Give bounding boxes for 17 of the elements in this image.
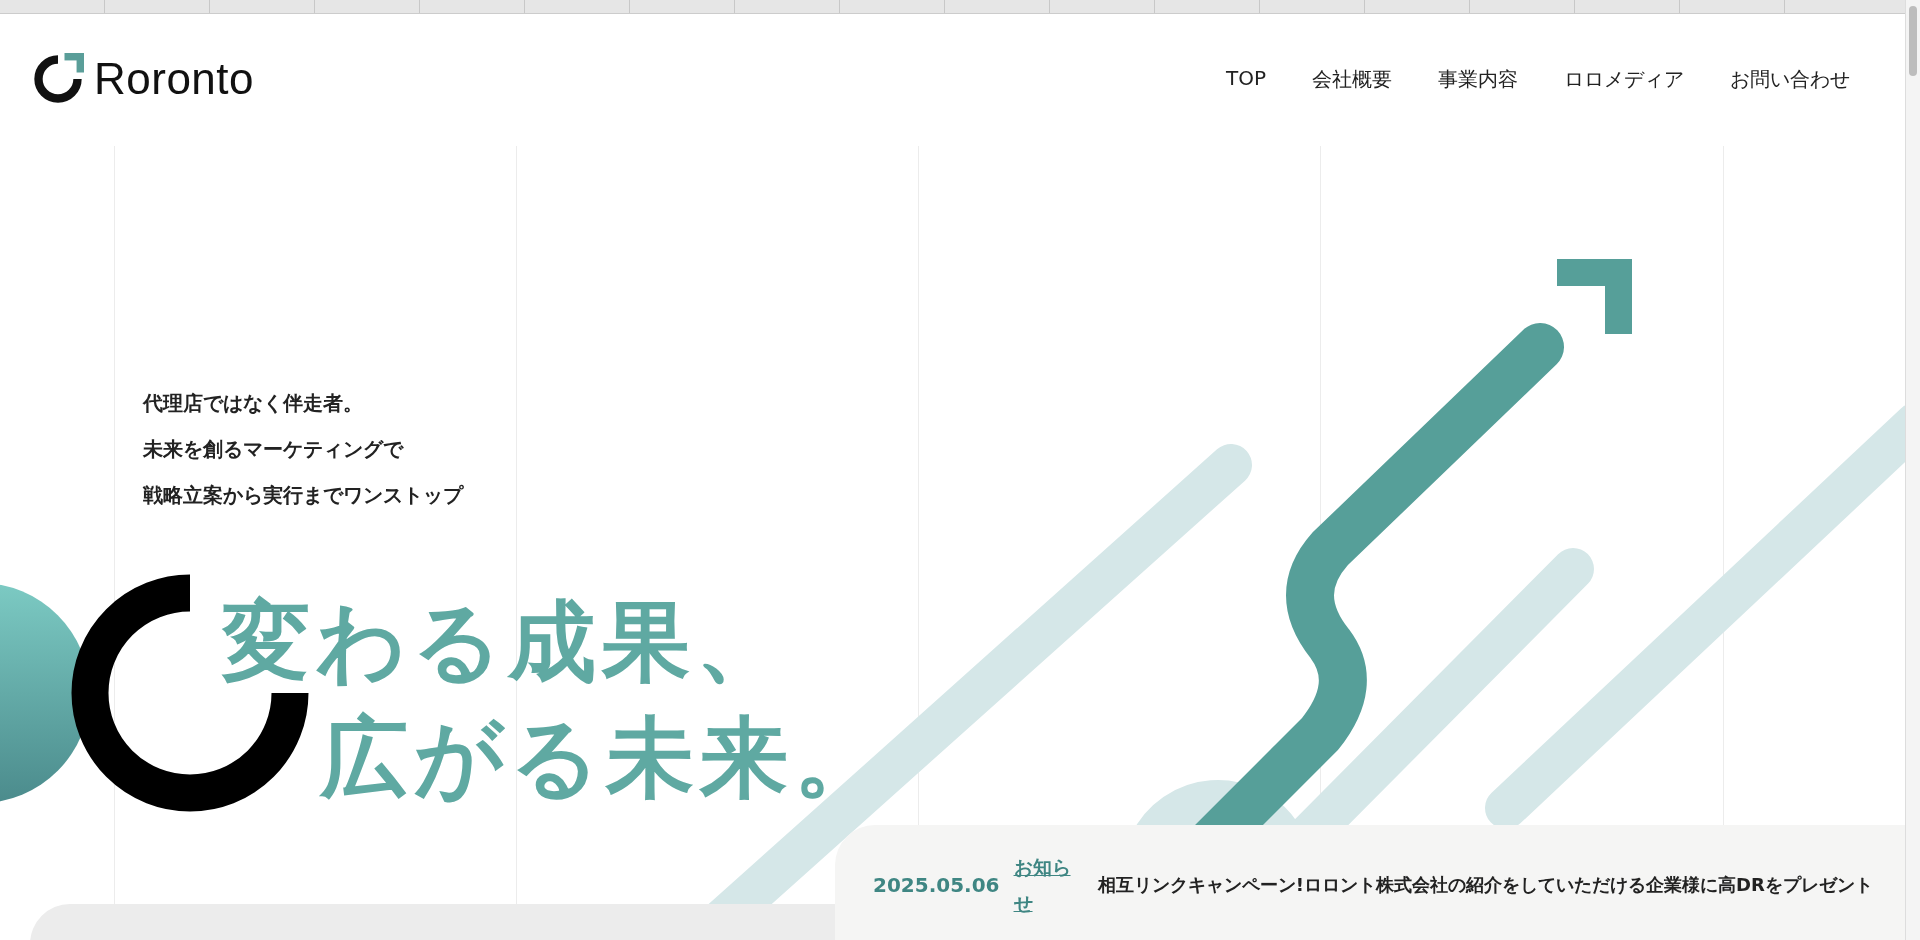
nav-link[interactable]: お問い合わせ bbox=[1730, 65, 1850, 93]
nav-link[interactable]: TOP bbox=[1225, 65, 1266, 93]
logo-icon bbox=[32, 53, 84, 105]
scrollbar-thumb[interactable] bbox=[1909, 6, 1917, 76]
nav-link[interactable]: 会社概要 bbox=[1312, 65, 1392, 93]
headline-text: 広がる未来。 bbox=[320, 705, 888, 811]
logo-text[interactable]: Roronto bbox=[94, 54, 255, 104]
news-text: 相互リンクキャンペーン!ロロント株式会社の紹介をしていただける企業様に高DRをプレゼント bbox=[1097, 873, 1874, 897]
tagline-text: 戦略立案から実行までワンストップ bbox=[143, 482, 465, 509]
tagline-text: 未来を創るマーケティングで bbox=[143, 436, 405, 463]
headline-text: 変わる成果、 bbox=[222, 589, 790, 695]
scrollbar[interactable] bbox=[1905, 0, 1920, 940]
news-date: 2025.05.06 bbox=[873, 873, 1000, 897]
news-category-link[interactable]: お知らせ bbox=[1013, 849, 1074, 921]
nav-link[interactable]: ロロメディア bbox=[1564, 65, 1684, 93]
tagline-text: 代理店ではなく伴走者。 bbox=[143, 390, 364, 417]
nav-link[interactable]: 事業内容 bbox=[1438, 65, 1518, 93]
